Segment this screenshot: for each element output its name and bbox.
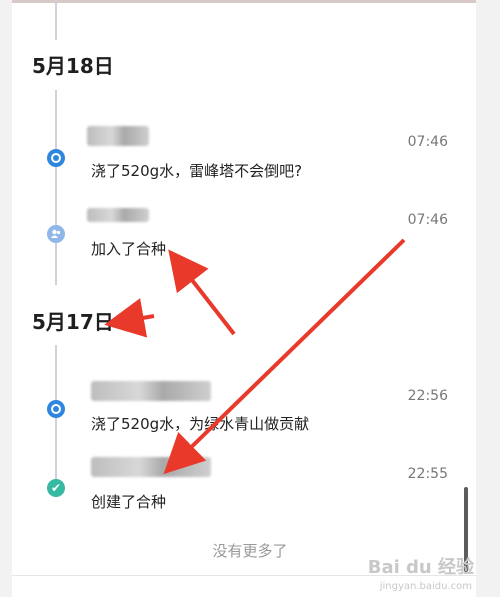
- left-margin: [0, 0, 12, 597]
- water-drop-icon: [47, 149, 65, 167]
- event-time: 07:46: [407, 212, 448, 228]
- blurred-username: [87, 208, 149, 222]
- arrow-to-date: [104, 298, 155, 338]
- timeline-line-group2: [55, 345, 57, 495]
- blurred-username: [91, 381, 211, 401]
- timeline-line-group1: [55, 90, 57, 285]
- event-time: 07:46: [407, 134, 448, 150]
- blurred-username: [91, 457, 211, 477]
- people-icon: [47, 225, 65, 243]
- annotation-arrows: [104, 238, 406, 475]
- event-text: 浇了520g水，雷峰塔不会倒吧?: [91, 162, 303, 180]
- top-border: [0, 0, 500, 3]
- blurred-username: [87, 126, 149, 146]
- date-header: 5月18日: [32, 54, 114, 78]
- baidu-watermark-url: jingyan.baidu.com: [379, 581, 472, 592]
- event-text: 加入了合种: [91, 240, 167, 258]
- event-text: 创建了合种: [91, 493, 167, 511]
- right-margin: [476, 0, 500, 597]
- event-text: 浇了520g水，为绿水青山做贡献: [91, 415, 310, 433]
- check-icon: ✔: [47, 479, 65, 497]
- event-time: 22:55: [407, 466, 448, 482]
- date-header: 5月17日: [32, 310, 114, 334]
- baidu-watermark-logo: Bai du 经验: [367, 557, 474, 578]
- arrow-to-joined: [168, 249, 236, 336]
- event-time: 22:56: [407, 388, 448, 404]
- water-drop-icon: [47, 400, 65, 418]
- timeline-line-top: [55, 0, 57, 40]
